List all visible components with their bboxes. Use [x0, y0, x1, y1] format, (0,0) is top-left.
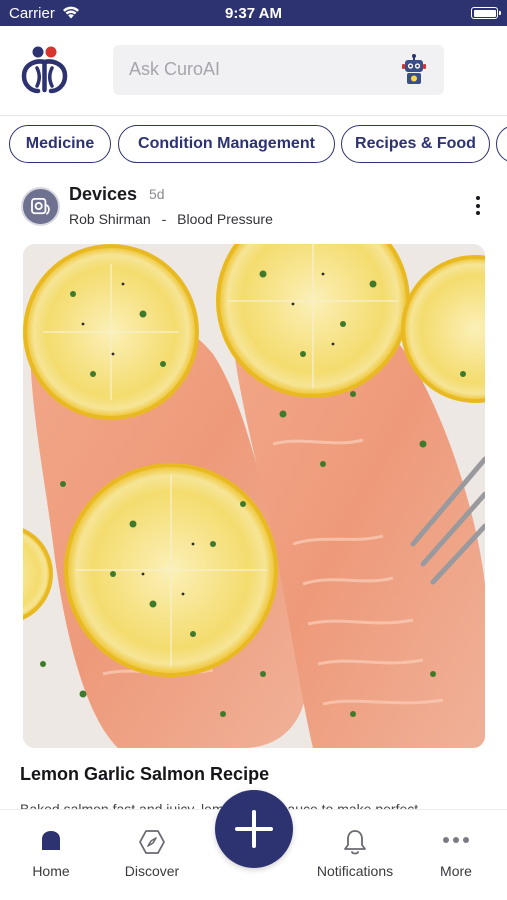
app-logo[interactable]: [18, 44, 72, 96]
more-dots-icon: [443, 837, 469, 843]
post-caption[interactable]: Lemon Garlic Salmon Recipe: [20, 764, 269, 785]
device-icon: [31, 197, 50, 215]
post-category-title[interactable]: Devices: [69, 184, 137, 205]
post-meta: Rob Shirman - Blood Pressure: [69, 211, 273, 227]
post-image[interactable]: [23, 244, 485, 748]
tab-more[interactable]: More: [411, 810, 501, 890]
chip-condition-management[interactable]: Condition Management: [118, 125, 335, 163]
robot-assistant-icon[interactable]: [401, 54, 427, 86]
app-screen: Carrier 9:37 AM Ask CuroAI Medicine Cond…: [0, 0, 507, 900]
tab-notifications-label: Notifications: [316, 863, 394, 879]
tab-notifications[interactable]: Notifications: [310, 810, 400, 890]
compass-icon: [139, 830, 165, 854]
app-header: Ask CuroAI: [0, 26, 507, 116]
tab-home-label: Home: [32, 863, 70, 879]
status-bar: Carrier 9:37 AM: [0, 0, 507, 26]
chip-recipes-food[interactable]: Recipes & Food: [341, 125, 490, 163]
salmon-photo: [23, 244, 485, 748]
clock: 9:37 AM: [225, 5, 282, 22]
post-age: 5d: [149, 186, 165, 202]
meta-separator: -: [161, 211, 167, 227]
bell-icon: [344, 830, 366, 855]
tab-discover-label: Discover: [124, 863, 180, 879]
category-chips: Medicine Condition Management Recipes & …: [0, 125, 507, 165]
post-topic[interactable]: Blood Pressure: [177, 211, 273, 227]
create-post-button[interactable]: [215, 790, 293, 868]
post-header: Devices 5d Rob Shirman - Blood Pressure: [0, 178, 507, 236]
chip-medicine[interactable]: Medicine: [9, 125, 111, 163]
tab-discover[interactable]: Discover: [107, 810, 197, 890]
chip-overflow[interactable]: [496, 125, 507, 163]
author-name[interactable]: Rob Shirman: [69, 211, 151, 227]
tab-home[interactable]: Home: [6, 810, 96, 890]
plus-icon: [235, 810, 273, 848]
battery-icon: [471, 7, 501, 19]
search-placeholder: Ask CuroAI: [129, 59, 221, 79]
tab-more-label: More: [440, 863, 472, 879]
author-avatar[interactable]: [21, 187, 60, 226]
search-input[interactable]: Ask CuroAI: [113, 45, 444, 95]
home-icon: [42, 831, 60, 850]
more-options-icon[interactable]: [475, 196, 481, 218]
